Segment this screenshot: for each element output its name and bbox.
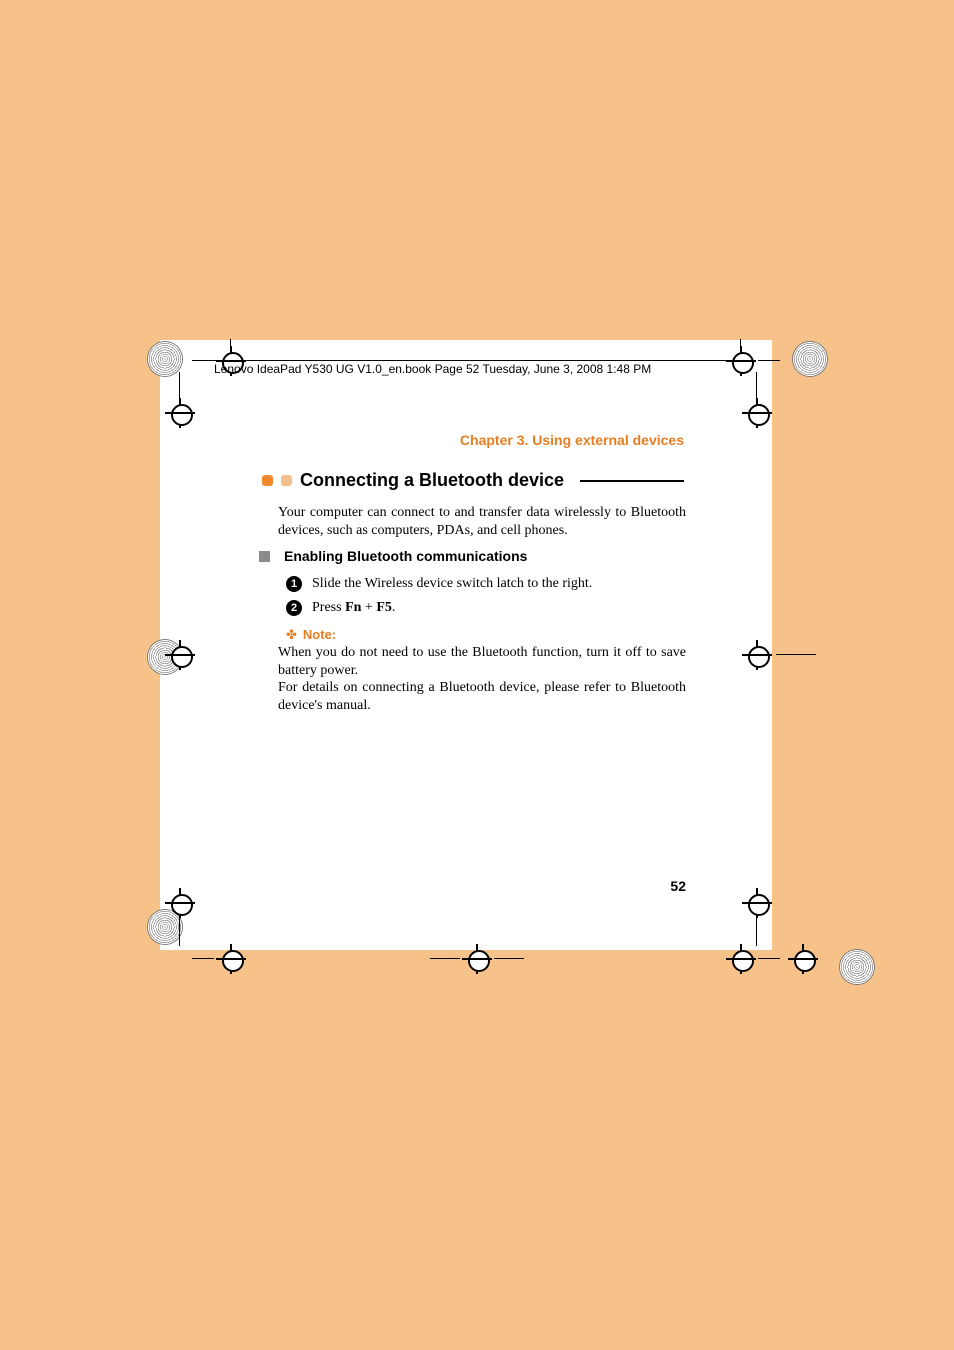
crop-line	[756, 918, 757, 946]
page: Lenovo IdeaPad Y530 UG V1.0_en.book Page…	[0, 0, 954, 1350]
step-1-text: Slide the Wireless device switch latch t…	[312, 576, 592, 592]
bullet-peach-icon	[281, 475, 292, 486]
crop-line	[230, 339, 231, 351]
decorative-band-top	[0, 0, 954, 340]
decorative-band-right	[772, 340, 954, 950]
step-number-icon: 1	[286, 576, 302, 592]
crop-line	[758, 360, 780, 361]
book-header-text: Lenovo IdeaPad Y530 UG V1.0_en.book Page…	[214, 362, 651, 376]
crop-line	[192, 958, 214, 959]
intro-paragraph: Your computer can connect to and transfe…	[278, 504, 686, 539]
decorative-band-bottom	[0, 950, 954, 1350]
crop-line	[756, 372, 757, 400]
section-rule	[580, 480, 684, 482]
sub-title: Enabling Bluetooth communications	[284, 548, 527, 564]
registration-cross-icon	[216, 944, 246, 974]
chapter-heading: Chapter 3. Using external devices	[460, 432, 684, 448]
steps-list: 1 Slide the Wireless device switch latch…	[286, 576, 686, 624]
registration-rosette-icon	[840, 950, 874, 984]
registration-rosette-icon	[148, 342, 182, 376]
crop-line	[494, 958, 524, 959]
registration-cross-icon	[742, 640, 772, 670]
key-f5: F5	[376, 600, 392, 615]
step-2-text: Press Fn + F5.	[312, 600, 395, 616]
registration-cross-icon	[165, 398, 195, 428]
key-fn: Fn	[345, 600, 361, 615]
registration-cross-icon	[165, 640, 195, 670]
sub-bullet-icon	[259, 551, 270, 562]
step-number-icon: 2	[286, 600, 302, 616]
note-line-2: For details on connecting a Bluetooth de…	[278, 680, 686, 713]
bullet-orange-icon	[262, 475, 273, 486]
registration-cross-icon	[742, 888, 772, 918]
step-2-plus: +	[361, 600, 376, 615]
step-2-pre: Press	[312, 600, 345, 615]
registration-rosette-icon	[793, 342, 827, 376]
note-body: When you do not need to use the Bluetoot…	[278, 644, 686, 714]
crop-line	[740, 339, 741, 351]
sub-heading-row: Enabling Bluetooth communications	[259, 548, 527, 564]
step-2: 2 Press Fn + F5.	[286, 600, 686, 616]
registration-cross-icon	[165, 888, 195, 918]
section-heading-row: Connecting a Bluetooth device	[262, 470, 684, 491]
page-number: 52	[670, 878, 686, 894]
note-line-1: When you do not need to use the Bluetoot…	[278, 645, 686, 678]
section-title: Connecting a Bluetooth device	[300, 470, 564, 491]
crop-line	[776, 654, 816, 655]
crop-line	[179, 918, 180, 946]
step-2-post: .	[392, 600, 396, 615]
decorative-band-left	[0, 340, 160, 950]
header-rule	[214, 360, 739, 361]
registration-cross-icon	[462, 944, 492, 974]
step-1: 1 Slide the Wireless device switch latch…	[286, 576, 686, 592]
crop-line	[179, 372, 180, 400]
note-label: Note:	[303, 627, 336, 642]
crop-line	[758, 958, 780, 959]
crop-line	[192, 360, 214, 361]
registration-cross-icon	[726, 944, 756, 974]
registration-cross-icon	[788, 944, 818, 974]
note-icon: ✤	[286, 628, 297, 641]
note-row: ✤ Note:	[286, 627, 336, 642]
crop-line	[430, 958, 460, 959]
registration-cross-icon	[742, 398, 772, 428]
registration-cross-icon	[726, 346, 756, 376]
